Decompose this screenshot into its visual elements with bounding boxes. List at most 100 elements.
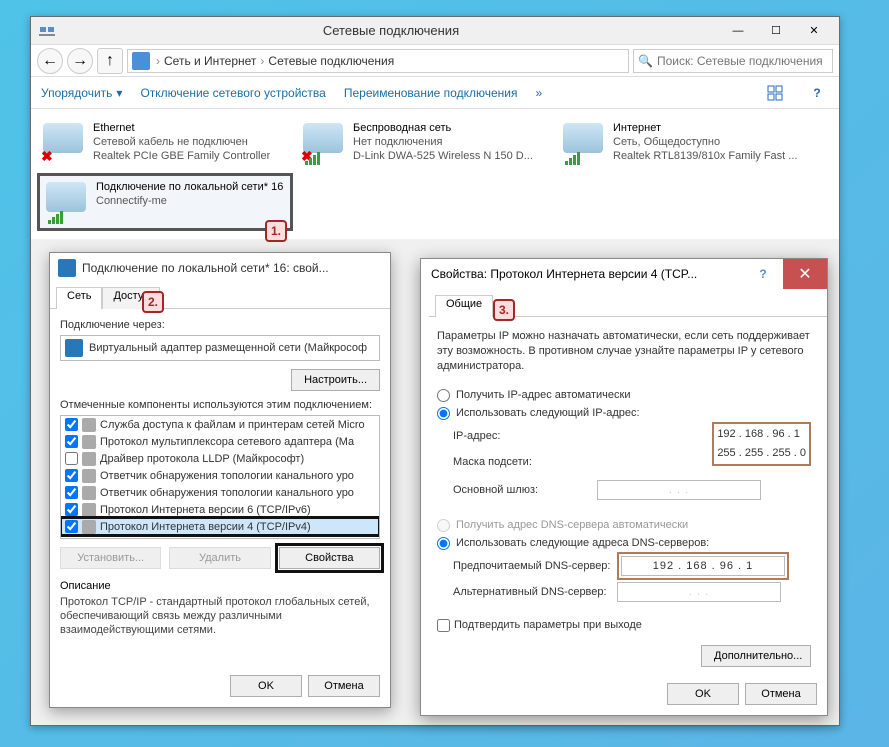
titlebar: Сетевые подключения — ☐ ✕	[31, 17, 839, 45]
command-bar: Упорядочить ▾ Отключение сетевого устрой…	[31, 77, 839, 109]
forward-button[interactable]: →	[67, 48, 93, 74]
adapter-device: Realtek PCIe GBE Family Controller	[93, 149, 270, 163]
component-list[interactable]: Служба доступа к файлам и принтерам сете…	[60, 415, 380, 539]
adapter-icon: ✖	[301, 121, 347, 165]
list-item[interactable]: Служба доступа к файлам и принтерам сете…	[61, 416, 379, 433]
annotation-2: 2.	[142, 291, 164, 313]
install-button[interactable]: Установить...	[60, 547, 161, 569]
adapter-status: Нет подключения	[353, 135, 533, 149]
protocol-icon	[82, 469, 96, 483]
adapter-icon	[561, 121, 607, 165]
subnet-mask-input[interactable]: 255 . 255 . 255 . 0	[717, 446, 806, 461]
alt-dns-label: Альтернативный DNS-сервер:	[437, 585, 617, 600]
list-item[interactable]: Ответчик обнаружения топологии канальног…	[61, 484, 379, 501]
maximize-button[interactable]: ☐	[757, 19, 795, 43]
adapter-lan16[interactable]: Подключение по локальной сети* 16 Connec…	[37, 173, 293, 231]
adapter-status: Сетевой кабель не подключен	[93, 135, 270, 149]
protocol-icon	[82, 520, 96, 534]
uninstall-button[interactable]: Удалить	[169, 547, 270, 569]
window-title: Сетевые подключения	[63, 23, 719, 38]
close-button[interactable]: ✕	[795, 19, 833, 43]
annotation-1: 1.	[265, 220, 287, 242]
control-panel-icon	[132, 52, 150, 70]
protocol-icon	[82, 435, 96, 449]
configure-button[interactable]: Настроить...	[291, 369, 380, 391]
ipv4-properties-dialog: Свойства: Протокол Интернета версии 4 (T…	[420, 258, 828, 716]
breadcrumb-item[interactable]: Сеть и Интернет	[164, 54, 256, 68]
radio-manual-ip[interactable]: Использовать следующий IP-адрес:	[437, 404, 811, 422]
adapter-device: D-Link DWA-525 Wireless N 150 D...	[353, 149, 533, 163]
protocol-icon	[82, 503, 96, 517]
list-item-ipv4[interactable]: Протокол Интернета версии 4 (TCP/IPv4)	[61, 518, 379, 535]
adapter-device: Realtek RTL8139/810x Family Fast ...	[613, 149, 797, 163]
ip-highlight-box: 192 . 168 . 96 . 1 255 . 255 . 255 . 0	[712, 422, 811, 466]
components-label: Отмеченные компоненты используются этим …	[60, 399, 380, 411]
list-item[interactable]: Драйвер протокола LLDP (Майкрософт)	[61, 450, 379, 467]
adapter-wireless[interactable]: ✖ Беспроводная сеть Нет подключения D-Li…	[297, 117, 547, 169]
ip-address-input[interactable]: 192 . 168 . 96 . 1	[717, 427, 806, 442]
cancel-button[interactable]: Отмена	[745, 683, 817, 705]
view-options-icon[interactable]	[763, 81, 787, 105]
nav-row: ← → ↑ › Сеть и Интернет › Сетевые подклю…	[31, 45, 839, 77]
connection-properties-dialog: Подключение по локальной сети* 16: свой.…	[49, 252, 391, 708]
dialog-title: Свойства: Протокол Интернета версии 4 (T…	[421, 259, 827, 289]
ok-button[interactable]: OK	[230, 675, 302, 697]
adapter-internet[interactable]: Интернет Сеть, Общедоступно Realtek RTL8…	[557, 117, 807, 169]
up-button[interactable]: ↑	[97, 48, 123, 74]
organize-menu[interactable]: Упорядочить ▾	[41, 86, 122, 100]
gateway-label: Основной шлюз:	[437, 483, 597, 498]
list-item[interactable]: Ответчик обнаружения топологии канальног…	[61, 467, 379, 484]
back-button[interactable]: ←	[37, 48, 63, 74]
annotation-3: 3.	[493, 299, 515, 321]
disable-device-cmd[interactable]: Отключение сетевого устройства	[140, 86, 325, 100]
service-icon	[82, 418, 96, 432]
close-button[interactable]: ✕	[783, 259, 827, 289]
cancel-button[interactable]: Отмена	[308, 675, 380, 697]
network-icon	[58, 259, 76, 277]
preferred-dns-label: Предпочитаемый DNS-сервер:	[437, 559, 617, 574]
breadcrumb-item[interactable]: Сетевые подключения	[268, 54, 394, 68]
ok-button[interactable]: OK	[667, 683, 739, 705]
help-icon[interactable]: ?	[805, 81, 829, 105]
connect-through-label: Подключение через:	[60, 319, 380, 331]
adapter-device: Connectify-me	[96, 194, 283, 208]
search-box[interactable]: 🔍	[633, 49, 833, 73]
tab-network[interactable]: Сеть	[56, 287, 102, 309]
adapter-name: Ethernet	[93, 121, 270, 135]
confirm-checkbox[interactable]: Подтвердить параметры при выходе	[437, 618, 811, 633]
breadcrumb[interactable]: › Сеть и Интернет › Сетевые подключения	[127, 49, 629, 73]
adapter-name: Подключение по локальной сети* 16	[96, 180, 283, 194]
app-icon	[37, 21, 57, 41]
adapter-name: Интернет	[613, 121, 797, 135]
search-input[interactable]	[657, 54, 828, 68]
advanced-button[interactable]: Дополнительно...	[701, 645, 811, 667]
subnet-mask-label: Маска подсети:	[437, 455, 597, 470]
adapter-name: Беспроводная сеть	[353, 121, 533, 135]
adapter-ethernet[interactable]: ✖ Ethernet Сетевой кабель не подключен R…	[37, 117, 287, 169]
search-icon: 🔍	[638, 54, 653, 68]
connect-through-field: Виртуальный адаптер размещенной сети (Ма…	[60, 335, 380, 361]
dns-highlight-box: 192 . 168 . 96 . 1	[617, 552, 789, 580]
tab-general[interactable]: Общие	[435, 295, 493, 317]
radio-auto-ip[interactable]: Получить IP-адрес автоматически	[437, 386, 811, 404]
help-button[interactable]: ?	[743, 259, 783, 289]
ip-address-label: IP-адрес:	[437, 429, 597, 444]
alt-dns-input[interactable]: . . .	[617, 582, 781, 602]
rename-connection-cmd[interactable]: Переименование подключения	[344, 86, 518, 100]
protocol-icon	[82, 452, 96, 466]
list-item[interactable]: Протокол мультиплексора сетевого адаптер…	[61, 433, 379, 450]
intro-text: Параметры IP можно назначать автоматичес…	[437, 329, 811, 374]
properties-button[interactable]: Свойства	[279, 547, 380, 569]
minimize-button[interactable]: —	[719, 19, 757, 43]
radio-manual-dns[interactable]: Использовать следующие адреса DNS-сервер…	[437, 534, 811, 552]
adapter-status: Сеть, Общедоступно	[613, 135, 797, 149]
description-box: Описание Протокол TCP/IP - стандартный п…	[60, 579, 380, 637]
list-item[interactable]: Протокол Интернета версии 6 (TCP/IPv6)	[61, 501, 379, 518]
protocol-icon	[82, 486, 96, 500]
adapters-area: ✖ Ethernet Сетевой кабель не подключен R…	[31, 109, 839, 239]
tabstrip: Сеть Доступ	[50, 285, 390, 309]
gateway-input[interactable]: . . .	[597, 480, 761, 500]
dialog-title: Подключение по локальной сети* 16: свой.…	[50, 253, 390, 283]
adapter-icon: ✖	[41, 121, 87, 165]
preferred-dns-input[interactable]: 192 . 168 . 96 . 1	[621, 556, 785, 576]
